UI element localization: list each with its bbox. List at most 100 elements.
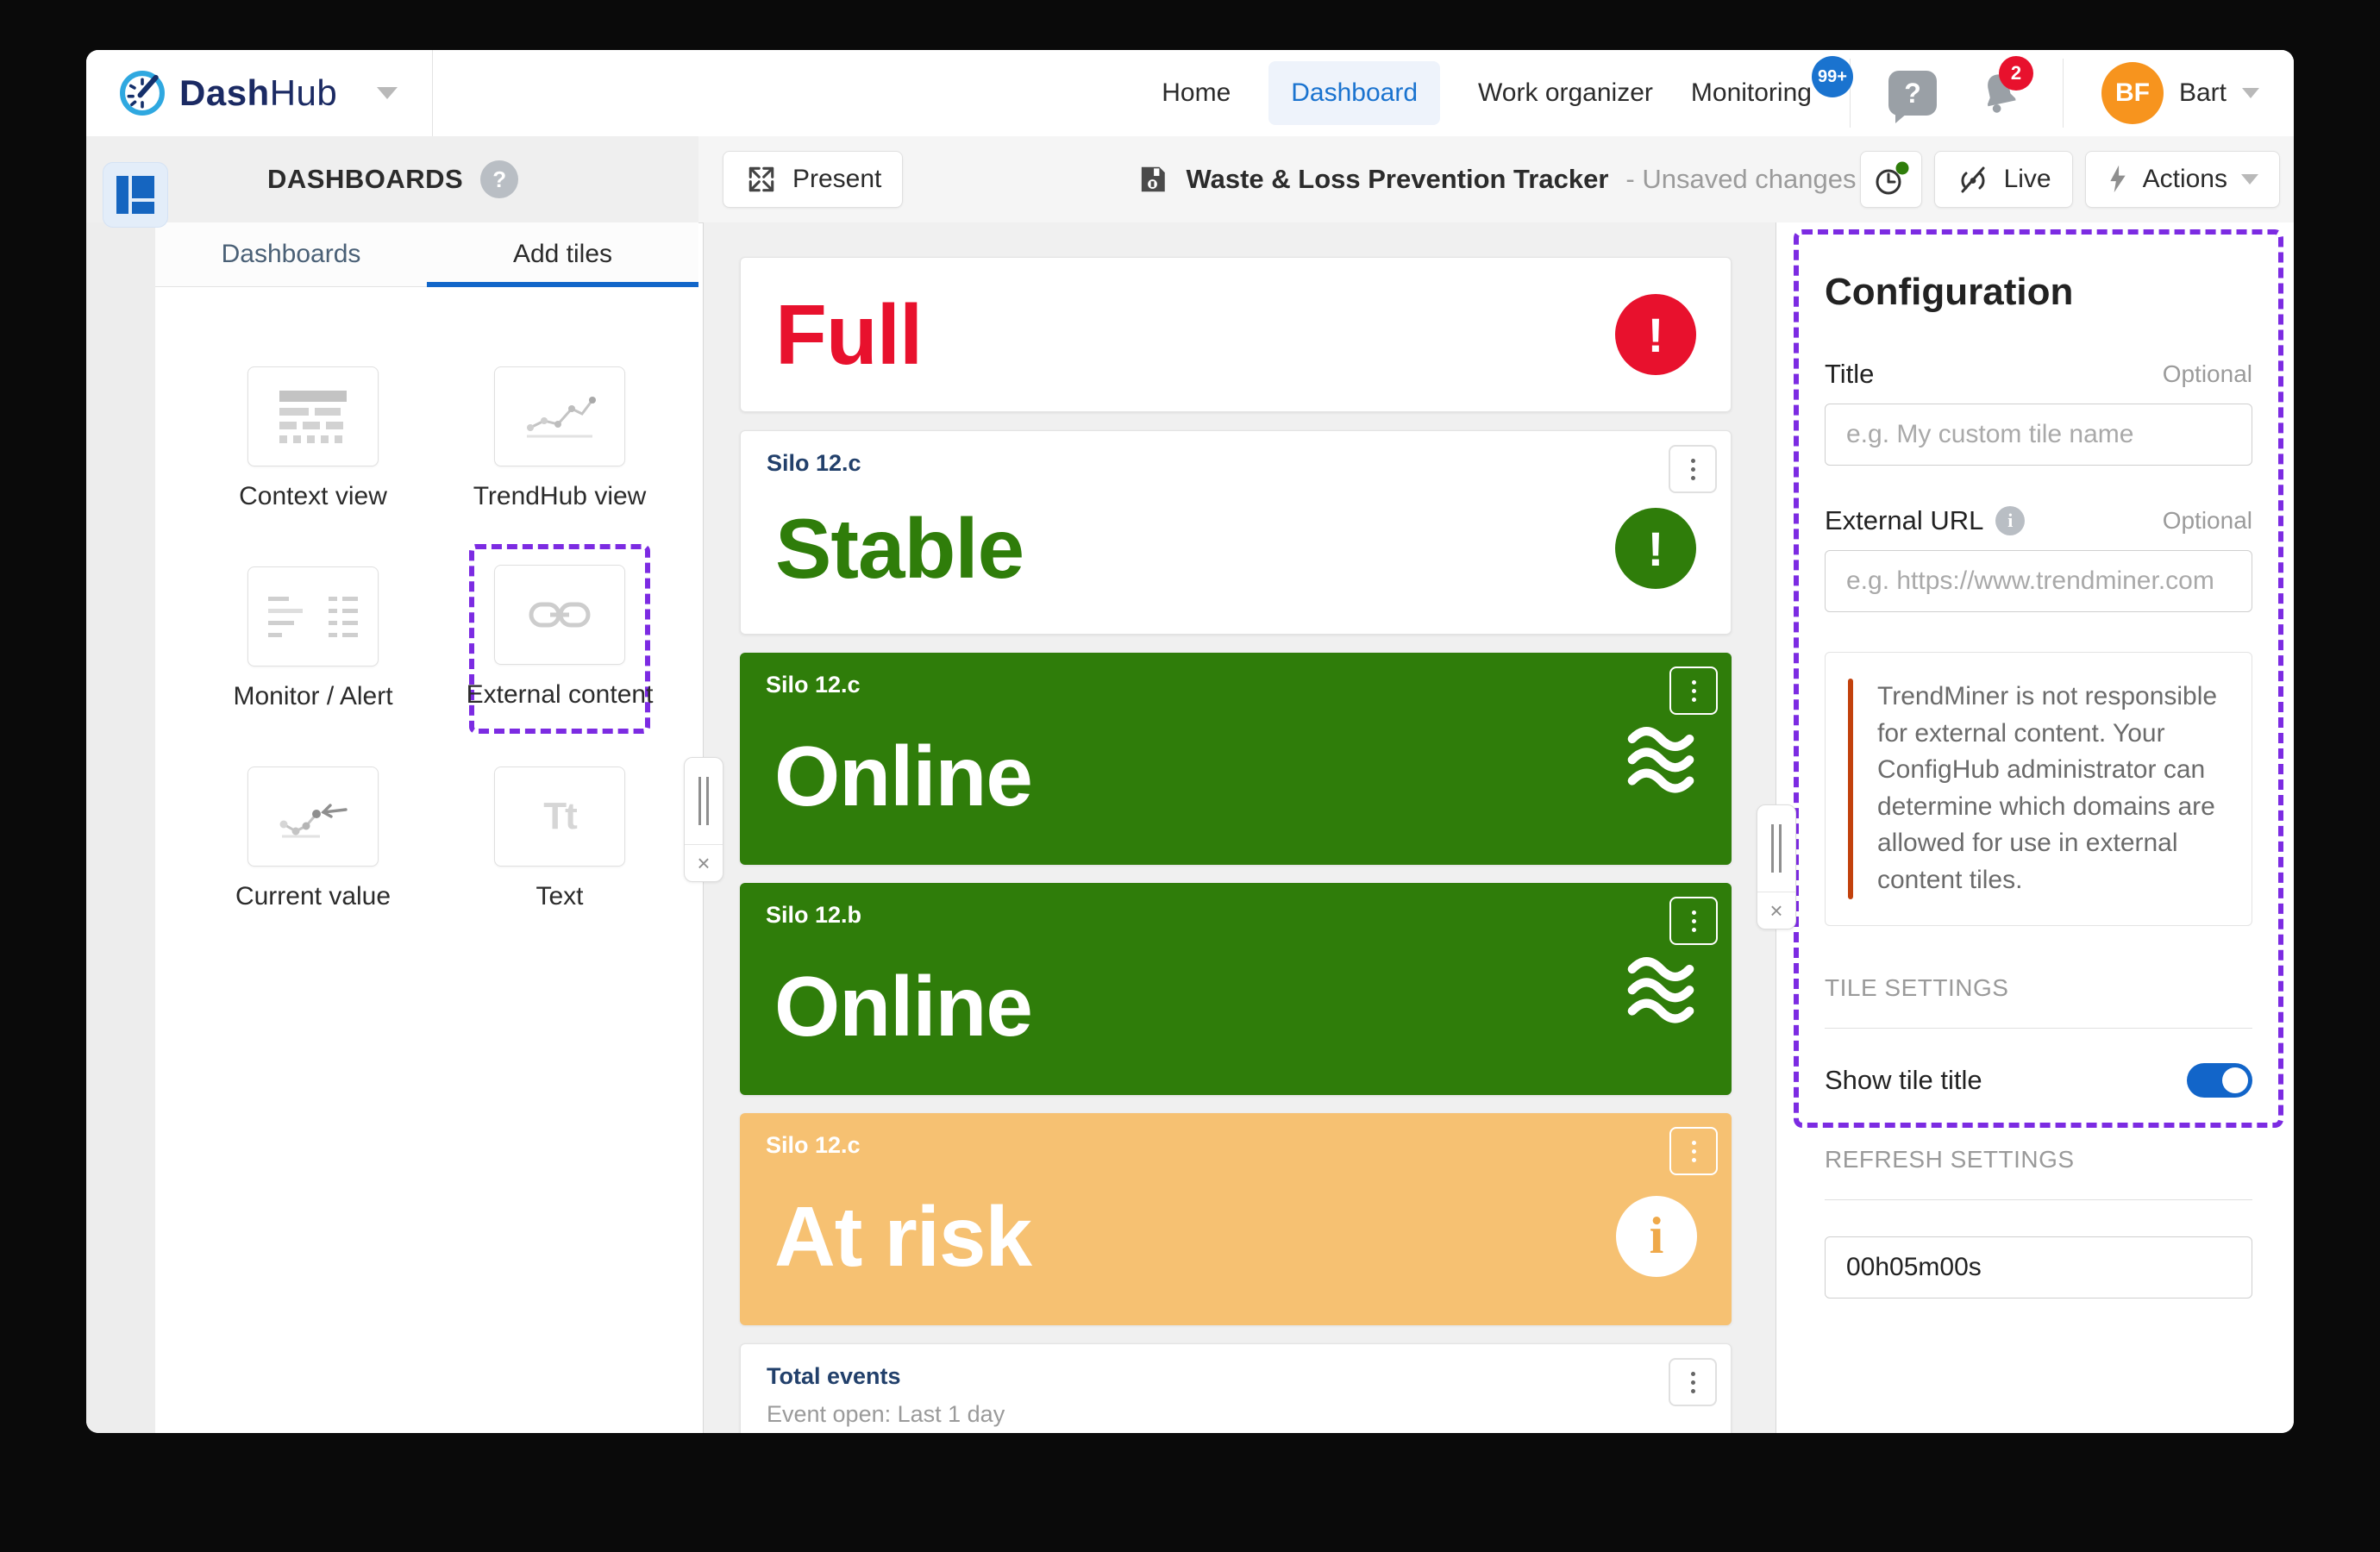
nav-home[interactable]: Home bbox=[1162, 78, 1231, 108]
refresh-settings-section-label: REFRESH SETTINGS bbox=[1825, 1146, 2252, 1173]
title-input[interactable] bbox=[1825, 404, 2252, 466]
info-status-icon: i bbox=[1616, 1196, 1697, 1277]
refresh-interval-input[interactable] bbox=[1825, 1236, 2252, 1299]
dashboard-canvas: Full ! Silo 12.c Stable ! Silo 12.c Onli… bbox=[704, 222, 1776, 1433]
screen-background: DashHub Home Dashboard Work organizer Mo… bbox=[0, 0, 2380, 1552]
url-optional-hint: Optional bbox=[2163, 507, 2252, 535]
palette-label: External content bbox=[467, 680, 654, 710]
show-tile-title-toggle[interactable] bbox=[2187, 1063, 2252, 1098]
tile-full[interactable]: Full ! bbox=[740, 257, 1732, 412]
actions-chevron-down-icon bbox=[2241, 174, 2258, 185]
top-nav: DashHub Home Dashboard Work organizer Mo… bbox=[86, 50, 2294, 137]
drag-grip-icon[interactable] bbox=[685, 758, 723, 845]
expand-icon bbox=[744, 162, 779, 197]
url-label: External URLi bbox=[1825, 505, 2025, 536]
ok-status-icon: ! bbox=[1615, 508, 1696, 589]
nav-work-organizer[interactable]: Work organizer bbox=[1478, 78, 1653, 108]
palette-card bbox=[494, 366, 625, 466]
palette-item-text[interactable]: Tt Text bbox=[495, 767, 624, 911]
nav-monitoring[interactable]: Monitoring99+ bbox=[1691, 78, 1812, 108]
content-area: Dashboards Add tiles Con bbox=[86, 222, 2294, 1433]
nav-right: Home Dashboard Work organizer Monitoring… bbox=[1162, 50, 2294, 136]
palette-label: Current value bbox=[235, 882, 391, 911]
title-label: Title bbox=[1825, 359, 1874, 390]
palette-item-context-view[interactable]: Context view bbox=[248, 366, 378, 511]
link-icon bbox=[528, 597, 592, 633]
live-label: Live bbox=[2004, 165, 2051, 194]
external-content-disclaimer: TrendMiner is not responsible for extern… bbox=[1825, 652, 2252, 926]
tile-stack: Full ! Silo 12.c Stable ! Silo 12.c Onli… bbox=[704, 222, 1776, 1433]
clock-status-icon bbox=[1872, 160, 1910, 198]
actions-button[interactable]: Actions bbox=[2085, 151, 2280, 208]
configuration-heading: Configuration bbox=[1825, 271, 2252, 314]
dashboards-rail-button[interactable] bbox=[103, 162, 168, 228]
tile-title: Silo 12.b bbox=[766, 902, 861, 929]
disclaimer-text: TrendMiner is not responsible for extern… bbox=[1877, 679, 2222, 899]
tile-silo-12b-online[interactable]: Silo 12.b Online bbox=[740, 883, 1732, 1095]
tab-dashboards[interactable]: Dashboards bbox=[155, 222, 427, 286]
tile-menu-button[interactable] bbox=[1669, 445, 1717, 493]
notifications-button[interactable]: 2 bbox=[1975, 68, 2025, 118]
sidebar-title: DASHBOARDS bbox=[267, 164, 463, 195]
palette-label: Text bbox=[536, 882, 583, 911]
tile-silo-12c-at-risk[interactable]: Silo 12.c At risk i bbox=[740, 1113, 1732, 1325]
dashhub-logo[interactable]: DashHub bbox=[117, 68, 337, 118]
config-resize-handle[interactable]: × bbox=[1757, 804, 1796, 929]
external-url-input[interactable] bbox=[1825, 550, 2252, 612]
context-view-icon bbox=[279, 391, 347, 443]
tile-subtitle: Event open: Last 1 day bbox=[767, 1401, 1005, 1428]
section-divider bbox=[1825, 1028, 2252, 1029]
tile-settings-section-label: TILE SETTINGS bbox=[1825, 974, 2252, 1002]
tile-silo-12c-stable[interactable]: Silo 12.c Stable ! bbox=[740, 430, 1732, 635]
palette-label: Monitor / Alert bbox=[233, 682, 392, 711]
collapse-panel-icon[interactable]: × bbox=[1757, 892, 1795, 929]
present-button[interactable]: Present bbox=[723, 151, 903, 208]
collapse-panel-icon[interactable]: × bbox=[685, 845, 723, 881]
sidebar-resize-handle[interactable]: × bbox=[684, 757, 723, 882]
palette-item-external-content[interactable]: External content bbox=[469, 544, 650, 734]
palette-item-trendhub-view[interactable]: TrendHub view bbox=[495, 366, 624, 511]
palette-item-monitor-alert[interactable]: Monitor / Alert bbox=[248, 566, 378, 711]
refresh-timer-button[interactable] bbox=[1860, 151, 1922, 208]
lightning-icon bbox=[2107, 164, 2129, 195]
actions-label: Actions bbox=[2143, 165, 2227, 194]
gauge-icon bbox=[117, 68, 167, 118]
tile-menu-button[interactable] bbox=[1669, 666, 1718, 715]
sidebar: Dashboards Add tiles Con bbox=[155, 222, 698, 1433]
trendhub-view-icon bbox=[517, 388, 603, 445]
tile-total-events[interactable]: Total events Event open: Last 1 day 1000 bbox=[740, 1343, 1732, 1433]
user-chevron-down-icon bbox=[2242, 88, 2259, 98]
tile-menu-button[interactable] bbox=[1669, 1127, 1718, 1175]
logo-chevron-down-icon[interactable] bbox=[377, 87, 398, 99]
title-optional-hint: Optional bbox=[2163, 360, 2252, 388]
tile-title: Silo 12.c bbox=[766, 1132, 861, 1159]
tile-status-text: Stable bbox=[775, 506, 1024, 591]
palette-card bbox=[494, 565, 625, 665]
waves-icon bbox=[1621, 949, 1700, 1029]
url-info-icon[interactable]: i bbox=[1995, 506, 2025, 535]
present-label: Present bbox=[792, 165, 881, 194]
tab-add-tiles[interactable]: Add tiles bbox=[427, 222, 698, 286]
url-field-row: External URLi Optional bbox=[1825, 505, 2252, 536]
toolbar-actions: Live Actions bbox=[1860, 151, 2280, 208]
dashboard-layout-icon bbox=[116, 176, 154, 214]
show-tile-title-label: Show tile title bbox=[1825, 1065, 1982, 1096]
app-rail bbox=[86, 222, 155, 1433]
tile-menu-button[interactable] bbox=[1669, 1358, 1717, 1406]
disclaimer-accent-bar bbox=[1848, 679, 1853, 899]
help-icon[interactable]: ? bbox=[1888, 71, 1937, 116]
drag-grip-icon[interactable] bbox=[1757, 805, 1795, 892]
tile-silo-12c-online[interactable]: Silo 12.c Online bbox=[740, 653, 1732, 865]
palette-card bbox=[247, 366, 379, 466]
show-tile-title-row: Show tile title bbox=[1825, 1063, 2252, 1098]
tile-title: Silo 12.c bbox=[766, 672, 861, 698]
live-toggle-button[interactable]: Live bbox=[1934, 151, 2073, 208]
palette-item-current-value[interactable]: Current value bbox=[248, 767, 378, 911]
user-menu[interactable]: BF Bart bbox=[2101, 62, 2259, 124]
save-icon[interactable] bbox=[1137, 163, 1169, 196]
toolbar-main: Present Waste & Loss Prevention Tracker … bbox=[698, 136, 2294, 222]
nav-dashboard[interactable]: Dashboard bbox=[1268, 61, 1440, 125]
tile-menu-button[interactable] bbox=[1669, 897, 1718, 945]
palette-card bbox=[247, 767, 379, 867]
dashboards-help-icon[interactable]: ? bbox=[480, 160, 518, 198]
